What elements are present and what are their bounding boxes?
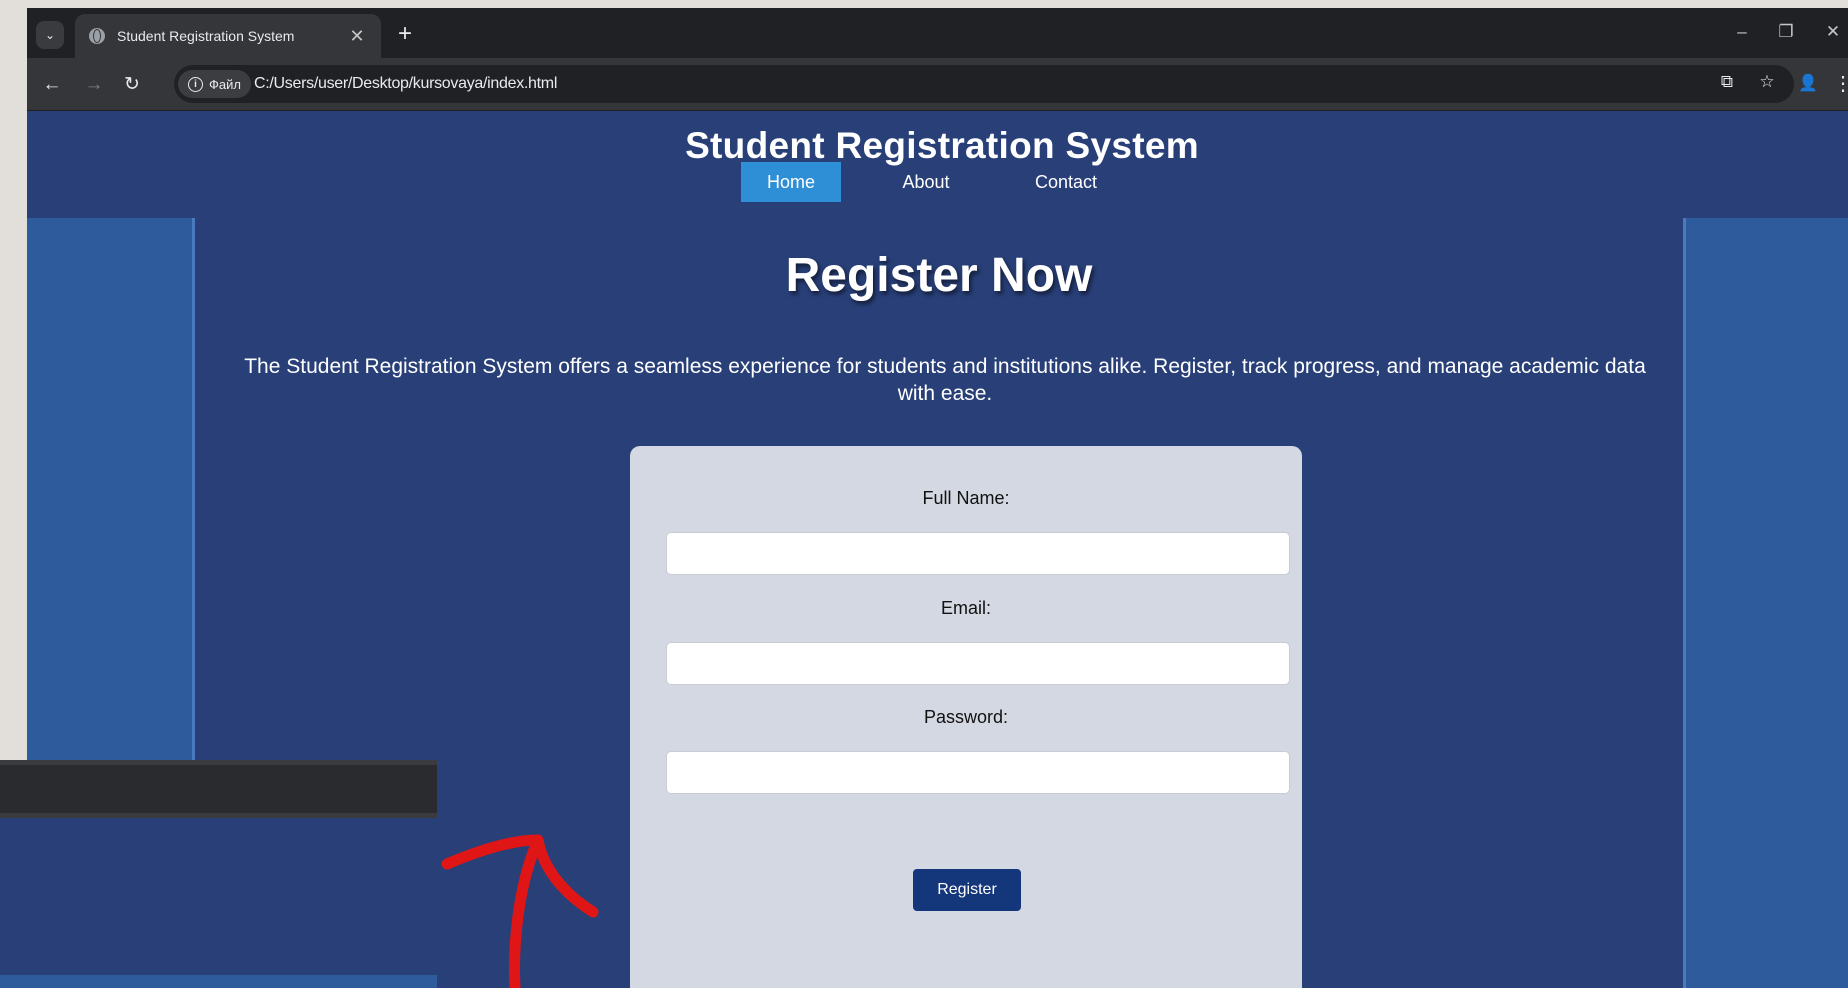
minimize-icon[interactable]: – — [1727, 22, 1757, 42]
forward-arrow-icon[interactable]: → — [81, 72, 107, 98]
nav-contact[interactable]: Contact — [1011, 162, 1121, 202]
fragment-toolbar-edge — [0, 813, 437, 818]
main-nav: Home About Contact — [741, 162, 1121, 202]
nav-about[interactable]: About — [881, 162, 971, 202]
site-title: Student Registration System — [685, 125, 1199, 166]
right-side-panel — [1683, 218, 1848, 988]
tab-search-chevron-icon[interactable]: ⌄ — [36, 21, 64, 49]
register-heading: Register Now — [785, 249, 1093, 302]
full-name-input[interactable] — [666, 532, 1290, 575]
reload-icon[interactable]: ↻ — [119, 72, 145, 98]
site-info-chip[interactable]: i Файл — [178, 70, 251, 98]
url-text[interactable]: C:/Users/user/Desktop/kursovaya/index.ht… — [254, 75, 557, 93]
kebab-menu-icon[interactable]: ⋮ — [1833, 71, 1848, 97]
password-input[interactable] — [666, 751, 1290, 794]
email-label: Email: — [940, 598, 991, 618]
globe-icon — [89, 28, 105, 44]
fragment-toolbar — [0, 765, 437, 813]
tab-close-icon[interactable]: ✕ — [345, 26, 369, 47]
tab-strip: ⌄ Student Registration System ✕ + – ❐ ✕ — [27, 8, 1848, 58]
back-arrow-icon[interactable]: ← — [39, 72, 65, 98]
new-tab-button[interactable]: + — [391, 20, 419, 48]
tab-title: Student Registration System — [117, 28, 295, 44]
register-button[interactable]: Register — [913, 869, 1021, 911]
nav-home[interactable]: Home — [741, 162, 841, 202]
browser-toolbar: ← → ↻ i Файл C:/Users/user/Desktop/kurso… — [27, 58, 1848, 111]
profile-icon[interactable]: 👤 — [1795, 71, 1821, 97]
bookmark-star-icon[interactable]: ☆ — [1754, 72, 1780, 92]
full-name-label: Full Name: — [922, 488, 1010, 508]
site-header: Student Registration System Home About C… — [27, 111, 1848, 218]
overlapping-window-fragment — [0, 760, 437, 988]
intro-text: The Student Registration System offers a… — [244, 355, 1646, 405]
fragment-side-strip — [0, 975, 437, 988]
translate-icon[interactable]: ⧉ — [1714, 72, 1740, 92]
info-icon: i — [188, 76, 203, 92]
red-annotation-arrow-icon — [441, 834, 599, 988]
email-input[interactable] — [666, 642, 1290, 685]
restore-icon[interactable]: ❐ — [1771, 22, 1801, 42]
browser-tab[interactable]: Student Registration System ✕ — [75, 14, 381, 58]
window-close-icon[interactable]: ✕ — [1818, 22, 1848, 42]
password-label: Password: — [923, 707, 1009, 727]
site-chip-label: Файл — [209, 76, 241, 92]
registration-form: Full Name: Email: Password: Register — [630, 446, 1302, 988]
address-bar[interactable]: i Файл C:/Users/user/Desktop/kursovaya/i… — [174, 65, 1794, 103]
